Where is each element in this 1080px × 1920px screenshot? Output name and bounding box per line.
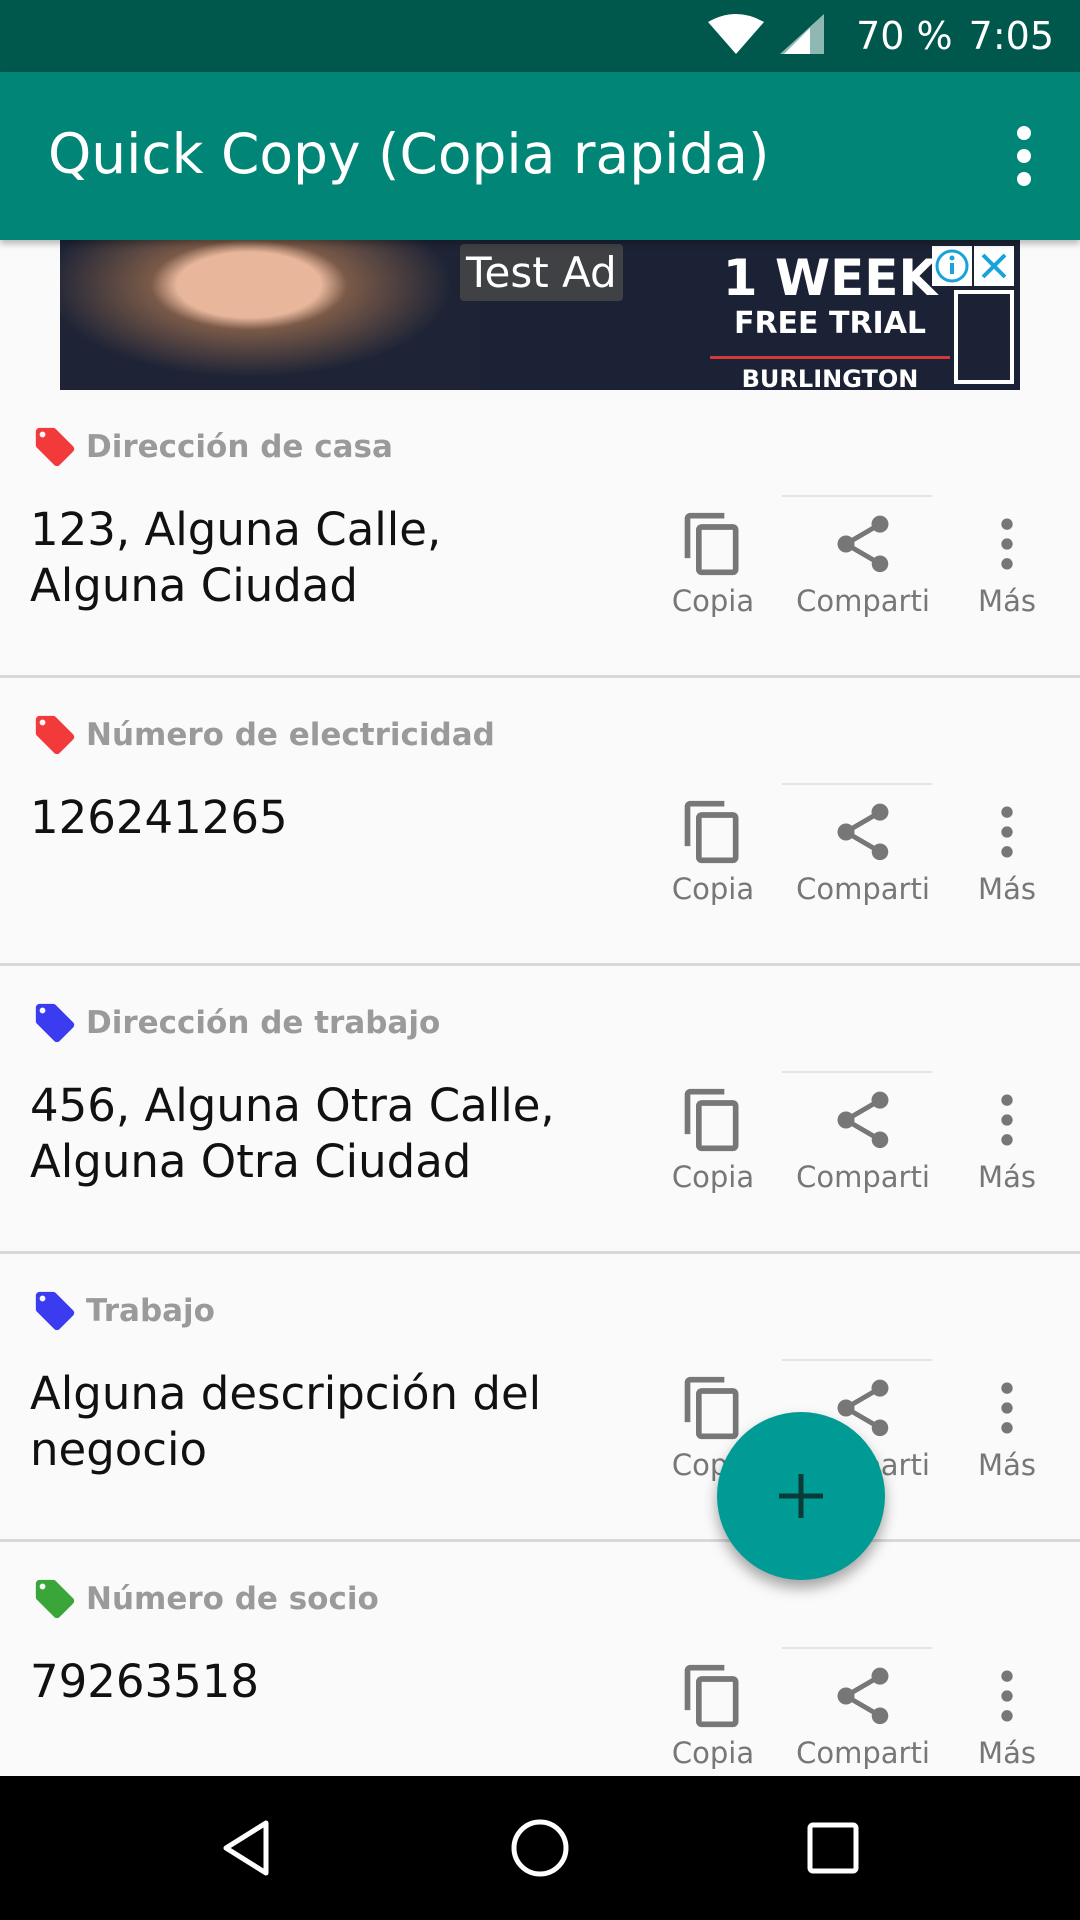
ad-close-icon[interactable] [974,246,1014,286]
copy-button[interactable]: Copia [638,510,788,618]
copy-label: Copia [671,1160,755,1194]
ad-banner[interactable]: Test Ad 1 WEEK FREE TRIAL BURLINGTON ORC… [60,240,1020,390]
home-button[interactable] [490,1798,590,1898]
copy-icon [684,1376,739,1440]
copy-icon [684,1664,739,1728]
tag-row: Número de socio [32,1576,379,1622]
list-item: Dirección de trabajo 456, Alguna Otra Ca… [0,966,1080,1254]
copy-button[interactable]: Copia [638,1662,788,1770]
more-label: Más [978,584,1036,618]
item-value: Alguna descripción del negocio [30,1367,542,1476]
tag-icon [35,715,75,755]
item-value: 123, Alguna Calle, Alguna Ciudad [30,503,442,612]
more-button[interactable]: Más [932,1086,1080,1194]
share-icon [837,1091,889,1149]
more-vert-icon [1001,518,1013,570]
tag-row: Dirección de casa [32,424,393,470]
more-label: Más [978,872,1036,906]
plus-icon [779,1474,823,1518]
share-label: Comparti [796,872,930,906]
share-icon [837,803,889,861]
tag-icon [35,1291,75,1331]
status-bar: 70 % 7:05 [0,0,1080,72]
tag-row: Trabajo [32,1288,215,1334]
copy-label: Copia [671,1736,755,1770]
ad-label: Test Ad [460,244,623,301]
share-icon [837,1667,889,1725]
app-bar: Quick Copy (Copia rapida) [0,72,1080,240]
app-title: Quick Copy (Copia rapida) [48,122,770,186]
list-item: Número de electricidad 126241265 Copia C… [0,678,1080,966]
more-vert-icon [1001,1094,1013,1146]
ad-subline-text: FREE TRIAL [733,306,927,341]
tag-icon [35,1003,75,1043]
clock: 7:05 [968,14,1054,58]
share-button[interactable]: Comparti [788,1086,938,1194]
ad-info-icon[interactable] [932,246,972,286]
copy-button[interactable]: Copia [638,798,788,906]
ad-headline-text: 1 WEEK [722,249,938,307]
share-label: Comparti [796,1160,930,1194]
back-button[interactable] [197,1798,297,1898]
divider [782,1647,932,1649]
wifi-icon [708,14,765,58]
cell-signal-icon [780,14,825,58]
more-button[interactable]: Más [932,510,1080,618]
divider [782,783,932,785]
ad-logo [954,290,1014,384]
ad-brand-text: BURLINGTON ORCHARD [710,356,950,390]
item-list: Dirección de casa 123, Alguna Calle, Alg… [0,390,1080,1830]
divider [782,1359,932,1361]
share-button[interactable]: Comparti [788,1662,938,1770]
tag-name: Número de electricidad [86,717,495,753]
recents-square-icon [807,1822,859,1874]
divider [782,495,932,497]
copy-icon [684,800,739,864]
share-button[interactable]: Comparti [788,510,938,618]
copy-icon [684,1088,739,1152]
ad-image [60,240,480,390]
tag-name: Número de socio [86,1581,379,1617]
tag-name: Dirección de trabajo [86,1005,441,1041]
tag-icon [35,427,75,467]
share-icon [837,515,889,573]
more-button[interactable]: Más [932,798,1080,906]
share-label: Comparti [796,584,930,618]
more-label: Más [978,1160,1036,1194]
item-value: 456, Alguna Otra Calle, Alguna Otra Ciud… [30,1079,555,1188]
more-vert-icon [1001,1382,1013,1434]
tag-row: Número de electricidad [32,712,495,758]
copy-label: Copia [671,872,755,906]
tag-name: Dirección de casa [86,429,393,465]
item-value: 79263518 [30,1655,260,1708]
share-label: Comparti [796,1736,930,1770]
tag-name: Trabajo [86,1293,215,1329]
navigation-bar [0,1776,1080,1920]
divider [782,1071,932,1073]
overflow-menu-button[interactable] [992,116,1056,196]
back-triangle-icon [223,1820,269,1876]
copy-icon [684,512,739,576]
share-button[interactable]: Comparti [788,798,938,906]
add-item-fab[interactable] [717,1412,885,1580]
home-circle-icon [511,1819,569,1877]
copy-button[interactable]: Copia [638,1086,788,1194]
tag-icon [35,1579,75,1619]
more-button[interactable]: Más [932,1662,1080,1770]
more-vert-icon [1001,806,1013,858]
recents-button[interactable] [783,1798,883,1898]
more-label: Más [978,1448,1036,1482]
list-item: Trabajo Alguna descripción del negocio C… [0,1254,1080,1542]
more-vert-icon [1001,1670,1013,1722]
more-button[interactable]: Más [932,1374,1080,1482]
tag-row: Dirección de trabajo [32,1000,440,1046]
copy-label: Copia [671,584,755,618]
more-label: Más [978,1736,1036,1770]
ad-headline: 1 WEEK FREE TRIAL BURLINGTON ORCHARD [710,250,950,390]
battery-level: 70 % [856,14,953,58]
item-value: 126241265 [30,791,288,844]
list-item: Dirección de casa 123, Alguna Calle, Alg… [0,390,1080,678]
